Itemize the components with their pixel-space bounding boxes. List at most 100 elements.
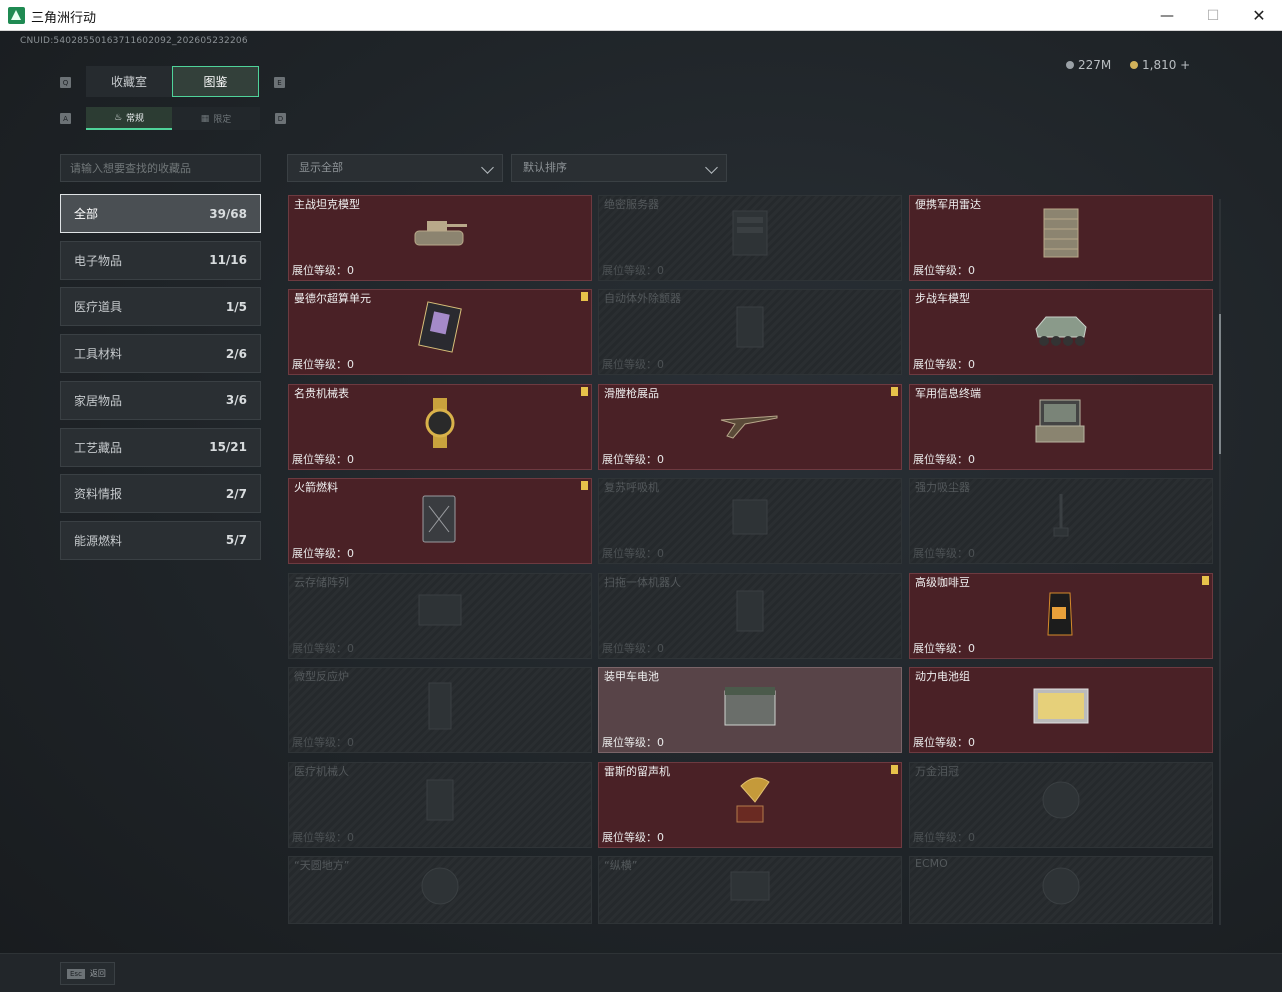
currency-gold[interactable]: 1,810 +: [1130, 58, 1190, 72]
subtab-regular-label: 常规: [126, 114, 145, 124]
subtab-limited-label: 限定: [213, 115, 232, 125]
item-name: 名贵机械表: [294, 387, 349, 400]
collection-item-card[interactable]: 医疗机械人 展位等级：0: [288, 762, 592, 848]
category-item[interactable]: 工艺藏品 15/21: [60, 427, 261, 467]
sort-value: 默认排序: [523, 161, 567, 174]
collection-search-input[interactable]: [60, 154, 261, 182]
collection-item-card[interactable]: 复苏呼吸机 展位等级：0: [598, 478, 902, 564]
item-level: 展位等级：0: [292, 453, 354, 466]
collection-item-card[interactable]: 绝密服务器 展位等级：0: [598, 195, 902, 281]
collection-item-card[interactable]: 步战车模型 展位等级：0: [909, 289, 1213, 375]
category-label: 工具材料: [74, 347, 123, 362]
item-name: 自动体外除颤器: [604, 292, 681, 305]
category-count: 2/6: [225, 346, 247, 361]
collection-item-card[interactable]: 扫拖一体机器人 展位等级：0: [598, 573, 902, 659]
collection-item-card[interactable]: 主战坦克模型 展位等级：0: [288, 195, 592, 281]
item-level: 展位等级：0: [602, 642, 664, 655]
jerrycan-icon: [409, 488, 471, 550]
item-level: 展位等级：0: [913, 736, 975, 749]
category-label: 家居物品: [74, 393, 123, 408]
collection-item-card[interactable]: 微型反应炉 展位等级：0: [288, 667, 592, 753]
item-name: 步战车模型: [915, 292, 970, 305]
item-name: 动力电池组: [915, 670, 970, 683]
item-level: 展位等级：0: [602, 264, 664, 277]
item-level: 展位等级：0: [913, 547, 975, 560]
tab-collection-room[interactable]: 收藏室: [86, 66, 172, 97]
grid-scrollbar-track[interactable]: [1219, 199, 1221, 925]
key-hint-e: E: [274, 77, 285, 88]
collection-item-card[interactable]: 高级咖啡豆 展位等级：0: [909, 573, 1213, 659]
category-count: 1/5: [225, 299, 247, 314]
coffee-icon: [1030, 583, 1092, 645]
collection-item-card[interactable]: 名贵机械表展位等级：0: [288, 384, 592, 470]
ventilator-icon: [719, 488, 781, 550]
item-name: 强力吸尘器: [915, 481, 970, 494]
category-item[interactable]: 电子物品 11/16: [60, 240, 261, 280]
collection-item-card[interactable]: 强力吸尘器展位等级：0: [909, 478, 1213, 564]
collection-item-card[interactable]: 军用信息终端 展位等级：0: [909, 384, 1213, 470]
storage-icon: [409, 583, 471, 645]
category-count: 2/7: [225, 486, 247, 501]
new-badge-icon: [891, 765, 898, 774]
esc-key-hint: Esc: [67, 968, 85, 979]
collection-item-card[interactable]: 便携军用雷达 展位等级：0: [909, 195, 1213, 281]
category-item[interactable]: 家居物品 3/6: [60, 380, 261, 420]
show-filter-value: 显示全部: [299, 161, 343, 174]
category-label: 工艺藏品: [74, 440, 123, 455]
category-count: 15/21: [209, 440, 247, 454]
collection-item-card[interactable]: 曼德尔超算单元 展位等级：0: [288, 289, 592, 375]
back-button[interactable]: Esc 返回: [60, 962, 115, 985]
item-name: “纵横”: [604, 859, 638, 872]
back-label: 返回: [89, 969, 106, 978]
category-count: 39/68: [209, 206, 247, 221]
item-name: 扫拖一体机器人: [604, 576, 681, 589]
minimize-button[interactable]: —: [1144, 0, 1190, 31]
collection-item-card[interactable]: 装甲车电池 展位等级：0: [598, 667, 902, 753]
category-item[interactable]: 资料情报 2/7: [60, 474, 261, 514]
item-level: 展位等级：0: [602, 547, 664, 560]
collection-item-card[interactable]: “天圆地方”: [288, 856, 592, 924]
item-name: 雷斯的留声机: [604, 765, 670, 778]
category-item[interactable]: 工具材料 2/6: [60, 334, 261, 374]
item-name: 便携军用雷达: [915, 198, 981, 211]
key-hint-d: D: [275, 113, 286, 124]
maximize-button[interactable]: ☐: [1190, 0, 1236, 31]
category-label: 能源燃料: [74, 533, 123, 548]
item-name: 滑膛枪展品: [604, 387, 659, 400]
item-name: 主战坦克模型: [294, 198, 360, 211]
item-level: 展位等级：0: [292, 264, 354, 277]
collection-item-card[interactable]: 雷斯的留声机 展位等级：0: [598, 762, 902, 848]
category-item[interactable]: 能源燃料 5/7: [60, 520, 261, 560]
subtab-regular[interactable]: ♨ 常规: [86, 107, 172, 130]
collection-item-card[interactable]: ECMO: [909, 856, 1213, 924]
category-label: 资料情报: [74, 487, 123, 502]
tab-catalog[interactable]: 图鉴: [172, 66, 259, 97]
server-icon: [719, 205, 781, 267]
sort-dropdown[interactable]: 默认排序: [511, 154, 727, 182]
crown-icon: [1030, 772, 1092, 834]
collection-item-card[interactable]: “纵横”: [598, 856, 902, 924]
collection-item-card[interactable]: 动力电池组展位等级：0: [909, 667, 1213, 753]
window-title: 三角洲行动: [31, 11, 97, 26]
item-level: 展位等级：0: [602, 831, 664, 844]
collection-item-card[interactable]: 万金泪冠 展位等级：0: [909, 762, 1213, 848]
item-level: 展位等级：0: [292, 547, 354, 560]
collection-item-card[interactable]: 自动体外除颤器 展位等级：0: [598, 289, 902, 375]
robot-icon: [719, 583, 781, 645]
show-filter-dropdown[interactable]: 显示全部: [287, 154, 503, 182]
gramophone-icon: [719, 772, 781, 834]
flame-icon: ♨: [113, 112, 123, 123]
item-level: 展位等级：0: [602, 453, 664, 466]
category-item[interactable]: 全部 39/68: [60, 194, 261, 233]
close-button[interactable]: ✕: [1236, 0, 1282, 31]
reactor-icon: [409, 677, 471, 739]
collection-item-card[interactable]: 云存储阵列 展位等级：0: [288, 573, 592, 659]
category-item[interactable]: 医疗道具 1/5: [60, 287, 261, 327]
grid-scrollbar-thumb[interactable]: [1219, 314, 1221, 454]
subtab-limited[interactable]: ▦ 限定: [172, 107, 260, 130]
item-name: 高级咖啡豆: [915, 576, 970, 589]
collection-item-card[interactable]: 滑膛枪展品展位等级：0: [598, 384, 902, 470]
collection-item-card[interactable]: 火箭燃料 展位等级：0: [288, 478, 592, 564]
item-level: 展位等级：0: [292, 358, 354, 371]
chevron-down-icon: [705, 161, 718, 174]
